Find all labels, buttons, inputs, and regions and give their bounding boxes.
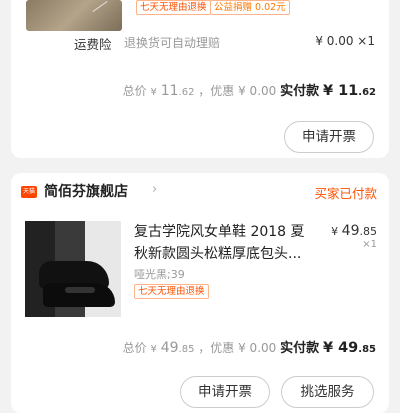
total-amount-int: 11 xyxy=(160,83,179,99)
shipping-insurance-desc: 退换货可自动理赔 xyxy=(124,36,221,50)
price-symbol: ¥ xyxy=(331,225,342,238)
total-label: 总价 xyxy=(122,341,147,355)
total-label: 总价 xyxy=(122,84,147,98)
invoice-button[interactable]: 申请开票 xyxy=(180,376,270,408)
product-image-2[interactable] xyxy=(25,221,121,317)
product-title-line2: 秋新款圆头松糕厚底包头... xyxy=(134,246,302,262)
discount-label: ，优惠 xyxy=(198,84,235,98)
order-total-2: 总价 ¥ 49.85 ，优惠 ¥ 0.00 实付款 ¥ 49.85 xyxy=(123,337,376,356)
order-card-1: 七天无理由退换 公益捐赠 0.02元 运费险 退换货可自动理赔 ¥ 0.00 ×… xyxy=(11,0,389,158)
paid-amount-dec: .85 xyxy=(358,344,376,355)
invoice-button[interactable]: 申请开票 xyxy=(284,121,374,153)
discount-amount: ¥ 0.00 xyxy=(238,341,277,355)
tmall-logo-icon: 天猫 xyxy=(21,186,37,198)
total-currency: ¥ xyxy=(150,87,157,98)
product-title-line1: 复古学院风女单鞋 2018 夏 xyxy=(134,224,305,240)
discount-label: ，优惠 xyxy=(198,341,235,355)
discount-amount: ¥ 0.00 xyxy=(238,84,277,98)
chevron-right-icon[interactable]: › xyxy=(152,182,157,197)
paid-amount-int: ¥ 49 xyxy=(322,340,359,356)
total-amount-dec: .85 xyxy=(178,344,195,355)
price-dec: .85 xyxy=(359,225,378,238)
product-price: ¥ 49.85 xyxy=(331,223,377,239)
shipping-insurance-row: 运费险 退换货可自动理赔 ¥ 0.00 ×1 xyxy=(11,34,389,54)
paid-label: 实付款 xyxy=(280,341,320,356)
paid-amount-dec: .62 xyxy=(358,87,376,98)
return-7days-tag: 七天无理由退换 xyxy=(134,284,209,299)
select-service-button[interactable]: 挑选服务 xyxy=(281,376,374,408)
product-sku: 哑光黑;39 xyxy=(134,268,185,281)
product-quantity: ×1 xyxy=(362,239,377,250)
price-int: 49 xyxy=(341,223,360,239)
shop-header[interactable]: 天猫 简佰芬旗舰店 › 买家已付款 xyxy=(11,181,389,203)
total-amount-int: 49 xyxy=(160,340,179,356)
order-status: 买家已付款 xyxy=(314,186,377,201)
product-title[interactable]: 复古学院风女单鞋 2018 夏 秋新款圆头松糕厚底包头... xyxy=(134,221,324,265)
total-currency: ¥ xyxy=(150,344,157,355)
total-amount-dec: .62 xyxy=(178,87,195,98)
shipping-insurance-price: ¥ 0.00 ×1 xyxy=(315,34,375,48)
paid-label: 实付款 xyxy=(280,84,320,99)
shop-name[interactable]: 简佰芬旗舰店 xyxy=(44,181,128,201)
order-card-2: 天猫 简佰芬旗舰店 › 买家已付款 复古学院风女单鞋 2018 夏 秋新款圆头松… xyxy=(11,173,389,413)
charity-tag: 公益捐赠 0.02元 xyxy=(210,0,290,15)
product-image-1[interactable] xyxy=(26,0,122,31)
order-total-1: 总价 ¥ 11.62 ，优惠 ¥ 0.00 实付款 ¥ 11.62 xyxy=(123,80,376,99)
paid-amount-int: ¥ 11 xyxy=(322,83,359,99)
shipping-insurance-label: 运费险 xyxy=(74,37,112,52)
return-7days-tag: 七天无理由退换 xyxy=(136,0,211,15)
